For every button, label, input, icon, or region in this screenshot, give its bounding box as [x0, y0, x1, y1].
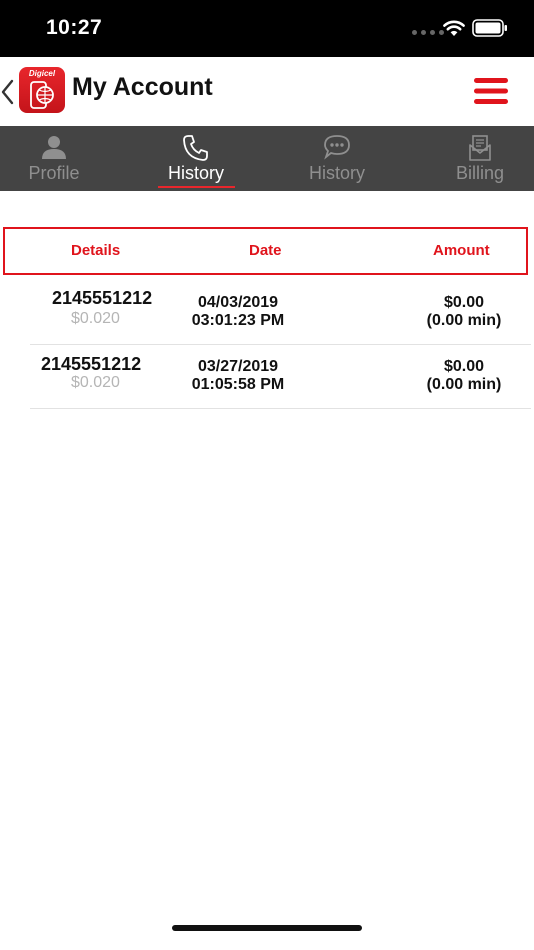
- tab-billing[interactable]: Billing: [440, 126, 520, 191]
- row-date-value: 04/03/2019: [197, 294, 279, 311]
- page-title: My Account: [72, 73, 213, 101]
- row-phone-number: 2145551212: [41, 354, 142, 374]
- wifi-icon: [443, 20, 465, 36]
- row-duration-value: (0.00 min): [426, 312, 502, 329]
- status-time: 10:27: [46, 16, 103, 39]
- tab-billing-label: Billing: [455, 163, 505, 183]
- phone-icon: [183, 135, 208, 161]
- cellular-signal-icon: [412, 30, 444, 35]
- home-indicator[interactable]: [172, 925, 362, 931]
- row-amount-value: $0.00: [443, 358, 485, 375]
- tab-history-messages[interactable]: History: [297, 126, 377, 191]
- status-bar: 10:27: [0, 0, 534, 57]
- row-amount: $0.00 (0.00 min): [399, 358, 529, 394]
- column-amount: Amount: [433, 242, 490, 259]
- battery-icon: [472, 19, 507, 37]
- tab-history-calls-label: History: [167, 163, 224, 183]
- chat-bubble-icon: [324, 135, 350, 160]
- row-rate: $0.020: [71, 310, 120, 327]
- phone-globe-icon: [30, 81, 54, 109]
- column-date: Date: [249, 242, 282, 259]
- app-header: Digicel My Account: [0, 57, 534, 126]
- row-time-value: 03:01:23 PM: [191, 312, 285, 329]
- tab-profile[interactable]: Profile: [14, 126, 94, 191]
- row-date: 03/27/2019 01:05:58 PM: [158, 358, 318, 394]
- person-icon: [42, 136, 66, 159]
- active-tab-indicator: [158, 186, 235, 188]
- tab-profile-label: Profile: [28, 163, 80, 183]
- row-phone-number: 2145551212: [52, 288, 153, 308]
- digicel-logo: Digicel: [19, 67, 65, 113]
- tab-history-calls[interactable]: History: [156, 126, 236, 191]
- tab-bar: Profile History History Billing: [0, 126, 534, 191]
- row-duration-value: (0.00 min): [426, 376, 502, 393]
- tab-history-messages-label: History: [308, 163, 365, 183]
- hamburger-menu-icon[interactable]: [474, 78, 508, 104]
- row-amount: $0.00 (0.00 min): [399, 294, 529, 330]
- row-date: 04/03/2019 03:01:23 PM: [158, 294, 318, 330]
- row-rate: $0.020: [71, 374, 120, 391]
- table-row[interactable]: 2145551212 $0.020 04/03/2019 03:01:23 PM…: [30, 280, 531, 345]
- billing-envelope-icon: [469, 135, 491, 161]
- row-date-value: 03/27/2019: [197, 358, 279, 375]
- table-column-header: Details Date Amount: [3, 227, 528, 275]
- back-chevron-icon[interactable]: [0, 79, 16, 105]
- logo-text: Digicel: [28, 69, 56, 78]
- column-details: Details: [71, 242, 121, 259]
- table-row[interactable]: 2145551212 $0.020 03/27/2019 01:05:58 PM…: [30, 344, 531, 409]
- row-amount-value: $0.00: [443, 294, 485, 311]
- row-time-value: 01:05:58 PM: [191, 376, 285, 393]
